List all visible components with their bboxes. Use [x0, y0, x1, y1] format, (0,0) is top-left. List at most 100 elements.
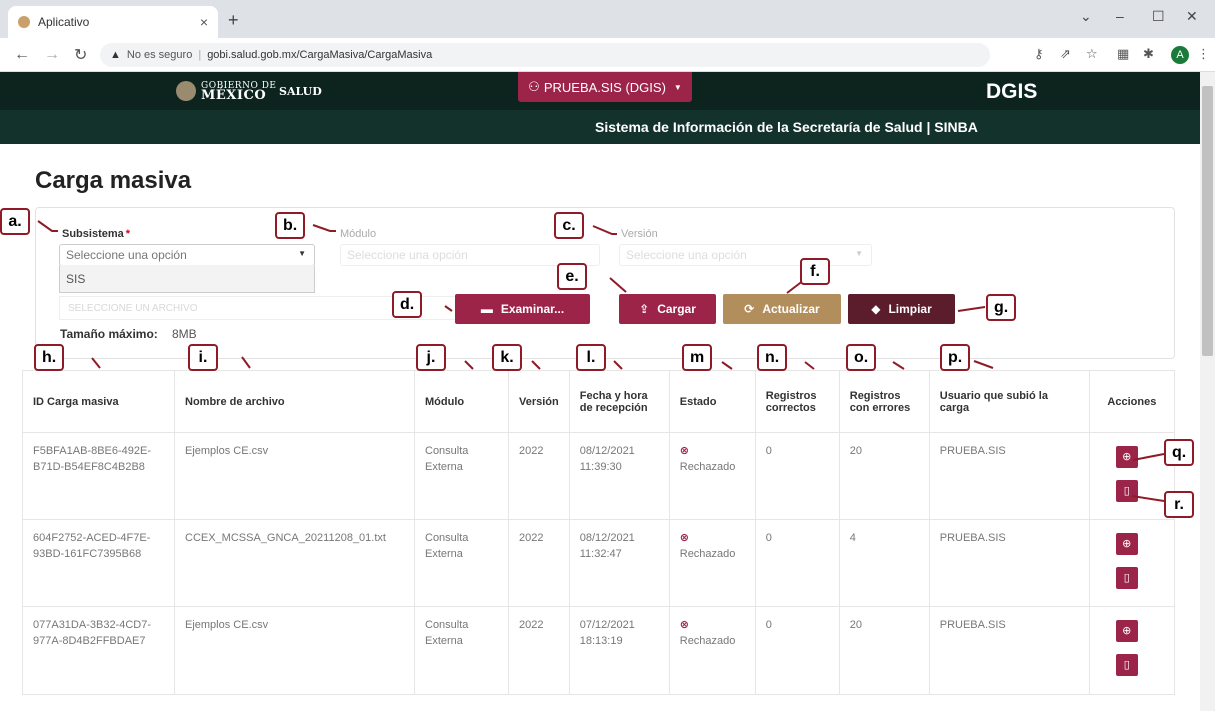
- view-button[interactable]: ⊕: [1115, 446, 1138, 468]
- callout-o: o.: [846, 344, 877, 371]
- user-menu-label: PRUEBA.SIS (DGIS): [543, 79, 666, 95]
- star-icon[interactable]: ☆: [1086, 46, 1098, 62]
- callout-a: a.: [0, 208, 30, 235]
- caret-down-icon: ▼: [673, 82, 682, 92]
- subsistema-value: Seleccione una opción: [66, 248, 187, 262]
- version-label: Versión: [621, 228, 658, 240]
- zoom-icon: ⊕: [1122, 625, 1132, 637]
- subsistema-select[interactable]: Seleccione una opción ▼: [59, 244, 315, 266]
- browser-tab[interactable]: Aplicativo ×: [8, 6, 218, 38]
- view-button[interactable]: ⊕: [1115, 620, 1138, 642]
- reject-icon: ⊗: [679, 532, 689, 544]
- url-input[interactable]: ▲ No es seguro | gobi.salud.gob.mx/Carga…: [100, 43, 990, 67]
- cell-errores: 4: [838, 519, 930, 607]
- header-id: ID Carga masiva: [22, 370, 175, 433]
- header-nombre: Nombre de archivo: [174, 370, 415, 433]
- delete-button[interactable]: ▯: [1115, 567, 1138, 589]
- reload-icon[interactable]: ↻: [74, 45, 87, 65]
- cell-estado: ⊗ Rechazado: [668, 606, 756, 695]
- puzzle-icon[interactable]: ✱: [1143, 46, 1154, 62]
- url-text: gobi.salud.gob.mx/CargaMasiva/CargaMasiv…: [207, 49, 433, 61]
- callout-k: k.: [492, 344, 522, 371]
- upload-icon: ⇪: [639, 302, 650, 316]
- actualizar-button[interactable]: ⟳ Actualizar: [723, 294, 841, 324]
- callout-g: g.: [986, 294, 1017, 321]
- cargar-button[interactable]: ⇪ Cargar: [619, 294, 716, 324]
- share-icon[interactable]: ⇗: [1060, 46, 1071, 62]
- gobierno-logo[interactable]: GOBIERNO DE MÉXICO: [201, 81, 276, 102]
- cell-version: 2022: [508, 606, 570, 695]
- cargar-label: Cargar: [657, 302, 696, 316]
- callout-j: j.: [416, 344, 446, 371]
- cell-modulo: Consulta Externa: [414, 432, 509, 520]
- tab-title: Aplicativo: [38, 15, 90, 29]
- cell-nombre: CCEX_MCSSA_GNCA_20211208_01.txt: [174, 519, 415, 607]
- cell-fecha: 08/12/2021 11:32:47: [568, 519, 670, 607]
- minimize-icon[interactable]: –: [1116, 8, 1124, 24]
- forward-icon[interactable]: →: [44, 46, 60, 64]
- callout-h: h.: [34, 344, 65, 371]
- delete-button[interactable]: ▯: [1115, 480, 1138, 502]
- extension-icon[interactable]: ▦: [1117, 46, 1129, 62]
- examinar-button[interactable]: ▬ Examinar...: [455, 294, 590, 324]
- subsistema-label: Subsistema: [62, 228, 130, 240]
- cell-fecha: 07/12/2021 18:13:19: [568, 606, 670, 695]
- scrollbar-thumb[interactable]: [1202, 86, 1213, 356]
- reject-icon: ⊗: [679, 619, 689, 631]
- uploads-table: ID Carga masiva Nombre de archivo Módulo…: [22, 370, 1176, 695]
- folder-icon: ▬: [480, 302, 493, 316]
- modulo-label: Módulo: [340, 228, 377, 240]
- estado-label: Rechazado: [679, 461, 736, 473]
- tab-close-icon[interactable]: ×: [200, 14, 208, 30]
- window-close-icon[interactable]: ✕: [1186, 8, 1198, 25]
- modulo-value: Seleccione una opción: [347, 248, 468, 262]
- profile-avatar[interactable]: A: [1171, 46, 1189, 64]
- cell-acciones: ⊕ ▯: [1088, 606, 1176, 695]
- cell-version: 2022: [508, 519, 570, 607]
- view-button[interactable]: ⊕: [1115, 533, 1138, 555]
- cell-usuario: PRUEBA.SIS: [928, 432, 1090, 520]
- header-fecha: Fecha y hora de recepción: [568, 370, 670, 433]
- page-title: Carga masiva: [35, 167, 192, 194]
- user-icon: ⚇: [528, 79, 540, 94]
- header-acciones: Acciones: [1088, 370, 1176, 433]
- header-estado: Estado: [668, 370, 756, 433]
- delete-button[interactable]: ▯: [1115, 654, 1138, 676]
- callout-b: b.: [275, 212, 306, 239]
- chevron-down-icon[interactable]: ⌄: [1080, 8, 1092, 25]
- cell-modulo: Consulta Externa: [414, 606, 509, 695]
- header-errores: Registros con errores: [838, 370, 930, 433]
- menu-icon[interactable]: ⋮: [1197, 46, 1210, 62]
- reject-icon: ⊗: [679, 445, 689, 457]
- chevron-down-icon: ▼: [298, 249, 306, 258]
- cell-acciones: ⊕ ▯: [1088, 519, 1176, 607]
- zoom-icon: ⊕: [1122, 538, 1132, 550]
- version-value: Seleccione una opción: [626, 248, 747, 262]
- cell-correctos: 0: [754, 432, 840, 520]
- seal-icon: [176, 81, 196, 101]
- limpiar-button[interactable]: ◆ Limpiar: [848, 294, 955, 324]
- browser-tab-bar: Aplicativo × + ⌄ – ☐ ✕: [0, 0, 1215, 38]
- header-usuario: Usuario que subió la carga: [928, 370, 1090, 433]
- header-correctos: Registros correctos: [754, 370, 840, 433]
- cell-modulo: Consulta Externa: [414, 519, 509, 607]
- trash-icon: ▯: [1123, 572, 1130, 584]
- user-menu-button[interactable]: ⚇ PRUEBA.SIS (DGIS) ▼: [518, 72, 692, 102]
- estado-label: Rechazado: [679, 635, 736, 647]
- back-icon[interactable]: ←: [14, 46, 30, 64]
- callout-p: p.: [940, 344, 971, 371]
- key-icon[interactable]: ⚷: [1034, 46, 1044, 62]
- maximize-icon[interactable]: ☐: [1152, 8, 1165, 25]
- cell-usuario: PRUEBA.SIS: [928, 606, 1090, 695]
- callout-n: n.: [757, 344, 788, 371]
- new-tab-button[interactable]: +: [228, 10, 239, 31]
- callout-e: e.: [557, 263, 587, 290]
- callout-c: c.: [554, 212, 584, 239]
- version-select[interactable]: Seleccione una opción ▼: [619, 244, 872, 266]
- cell-errores: 20: [838, 432, 930, 520]
- callout-q: q.: [1164, 439, 1195, 466]
- subsistema-option-sis[interactable]: SIS: [59, 265, 315, 293]
- cell-errores: 20: [838, 606, 930, 695]
- max-size-value: 8MB: [172, 327, 197, 341]
- callout-i: i.: [188, 344, 218, 371]
